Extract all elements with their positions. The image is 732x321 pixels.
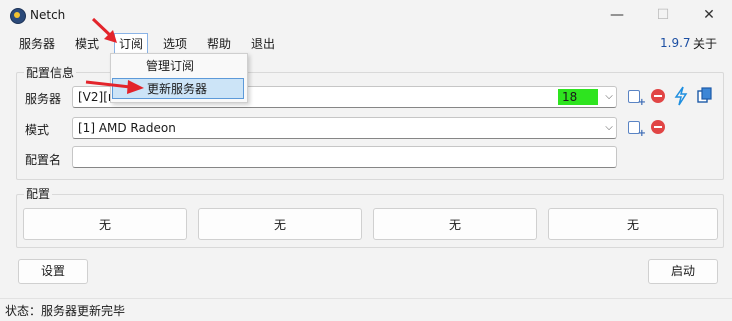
close-button[interactable]: ✕: [686, 0, 732, 30]
menu-server[interactable]: 服务器: [15, 34, 59, 54]
profiles-group-legend: 配置: [24, 185, 53, 202]
config-group-legend: 配置信息: [24, 64, 77, 81]
server-latency-badge: 18: [558, 89, 598, 105]
maximize-button[interactable]: ☐: [640, 0, 686, 30]
lightning-icon[interactable]: [673, 86, 689, 106]
delete-server-icon[interactable]: [651, 89, 665, 103]
profile-name-label: 配置名: [25, 153, 62, 167]
profile-button[interactable]: 无: [373, 208, 537, 240]
chevron-down-icon[interactable]: ⌵: [604, 123, 614, 133]
delete-mode-icon[interactable]: [651, 120, 665, 134]
edit-server-icon[interactable]: [628, 90, 646, 108]
copy-icon[interactable]: [696, 87, 714, 105]
version-label: 1.9.7: [660, 36, 691, 50]
profile-name-input[interactable]: [72, 146, 617, 168]
profile-button[interactable]: 无: [548, 208, 718, 240]
netch-app-icon: [10, 8, 26, 24]
status-text: 状态：服务器更新完毕: [5, 304, 126, 318]
menu-item-update-servers[interactable]: 更新服务器: [112, 78, 244, 99]
menu-options[interactable]: 选项: [159, 34, 191, 54]
edit-mode-icon[interactable]: [628, 121, 646, 139]
menu-mode[interactable]: 模式: [71, 34, 103, 54]
menu-about[interactable]: 关于: [693, 34, 717, 54]
chevron-down-icon[interactable]: ⌵: [604, 92, 614, 102]
window-title: Netch: [30, 8, 66, 22]
menu-item-manage-subscriptions[interactable]: 管理订阅: [112, 56, 244, 77]
profile-button[interactable]: 无: [198, 208, 362, 240]
settings-button[interactable]: 设置: [18, 259, 88, 284]
server-label: 服务器: [25, 92, 62, 106]
mode-select-value: [1] AMD Radeon: [78, 121, 176, 135]
mode-label: 模式: [25, 123, 50, 137]
menu-subscription[interactable]: 订阅: [114, 33, 149, 55]
minimize-button[interactable]: —: [594, 0, 640, 30]
menu-help[interactable]: 帮助: [203, 34, 235, 54]
profile-button[interactable]: 无: [23, 208, 187, 240]
subscription-dropdown: 管理订阅 更新服务器: [110, 53, 248, 103]
menu-exit[interactable]: 退出: [247, 34, 279, 54]
server-select-value: [V2][r: [78, 90, 113, 104]
start-button[interactable]: 启动: [648, 259, 718, 284]
